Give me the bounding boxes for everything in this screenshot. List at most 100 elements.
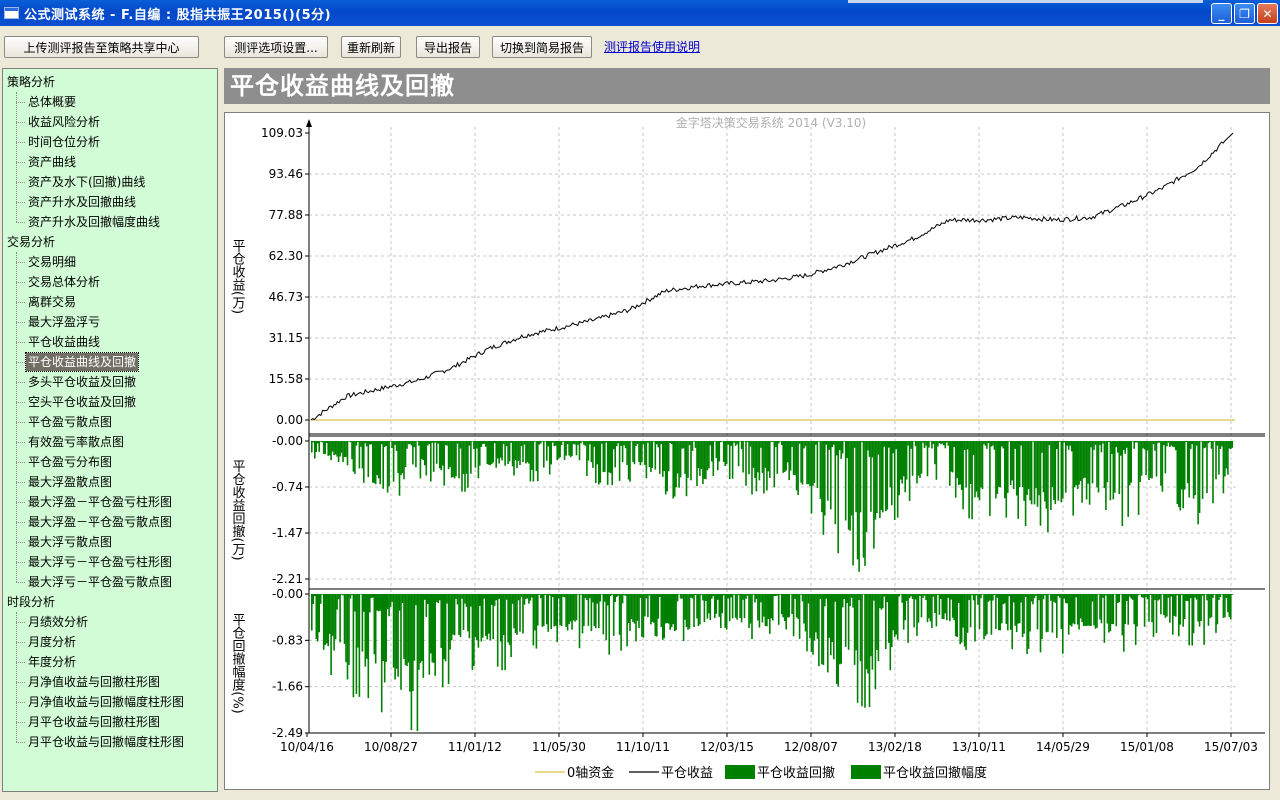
tree-item[interactable]: 平仓收益曲线及回撤 xyxy=(24,352,140,372)
drawdown-pct-bar xyxy=(1056,594,1058,638)
drawdown-bar xyxy=(1175,441,1177,451)
drawdown-bar xyxy=(941,441,944,444)
minimize-button[interactable]: _ xyxy=(1211,3,1232,24)
maximize-button[interactable]: ❐ xyxy=(1234,3,1255,24)
drawdown-pct-bar xyxy=(1172,594,1174,635)
upload-report-button[interactable]: 上传测评报告至策略共享中心 xyxy=(4,36,199,58)
tree-item[interactable]: 月净值收益与回撤幅度柱形图 xyxy=(26,693,186,711)
drawdown-pct-bar xyxy=(904,594,906,621)
tree-item[interactable]: 资产升水及回撤幅度曲线 xyxy=(26,213,162,231)
drawdown-pct-bar xyxy=(630,594,633,620)
tree-item[interactable]: 平仓盈亏散点图 xyxy=(26,413,114,431)
drawdown-bar xyxy=(653,441,655,442)
drawdown-bar xyxy=(648,441,651,467)
tree-item[interactable]: 平仓收益曲线 xyxy=(26,333,102,351)
drawdown-pct-bar xyxy=(835,594,838,684)
drawdown-bar xyxy=(644,441,646,465)
drawdown-bar xyxy=(492,441,494,463)
tree-item[interactable]: 最大浮盈散点图 xyxy=(26,473,114,491)
drawdown-bar xyxy=(1099,441,1101,446)
tree-item[interactable]: 月绩效分析 xyxy=(26,613,90,631)
drawdown-bar xyxy=(728,441,731,479)
drawdown-bar xyxy=(688,441,691,446)
tree-group-label[interactable]: 交易分析 xyxy=(7,233,55,250)
drawdown-bar xyxy=(612,441,615,450)
tree-connector xyxy=(16,582,25,583)
tree-item[interactable]: 收益风险分析 xyxy=(26,113,102,131)
drawdown-bar xyxy=(672,441,674,499)
drawdown-bar xyxy=(1198,441,1201,513)
drawdown-pct-bar xyxy=(779,594,781,595)
switch-simple-report-button[interactable]: 切换到简易报告 xyxy=(492,36,592,58)
tree-group-label[interactable]: 策略分析 xyxy=(7,73,55,90)
close-button[interactable]: ✕ xyxy=(1257,3,1278,24)
tree-item[interactable]: 最大浮盈－平仓盈亏柱形图 xyxy=(26,493,174,511)
tree-item[interactable]: 最大浮盈－平仓盈亏散点图 xyxy=(26,513,174,531)
tree-item[interactable]: 月度分析 xyxy=(26,633,78,651)
tree-item[interactable]: 交易总体分析 xyxy=(26,273,102,291)
drawdown-pct-bar xyxy=(656,594,658,637)
drawdown-pct-bar xyxy=(800,594,802,595)
tree-item[interactable]: 最大浮亏散点图 xyxy=(26,533,114,551)
drawdown-pct-bar xyxy=(700,594,703,595)
drawdown-bar xyxy=(1200,441,1202,442)
drawdown-pct-bar xyxy=(531,594,533,598)
drawdown-pct-bar xyxy=(370,594,373,598)
drawdown-pct-bar xyxy=(1069,594,1071,626)
drawdown-pct-bar xyxy=(392,594,395,668)
tree-item[interactable]: 月平仓收益与回撤柱形图 xyxy=(26,713,162,731)
y-tick-label: 77.88 xyxy=(269,208,303,222)
tree-item[interactable]: 多头平仓收益及回撤 xyxy=(26,373,138,391)
drawdown-bar xyxy=(483,441,486,444)
tree-item[interactable]: 年度分析 xyxy=(26,653,78,671)
tree-connector xyxy=(16,622,25,623)
tree-item[interactable]: 资产曲线 xyxy=(26,153,78,171)
drawdown-bar xyxy=(902,441,905,477)
tree-item[interactable]: 空头平仓收益及回撤 xyxy=(26,393,138,411)
tree-item[interactable]: 月净值收益与回撤柱形图 xyxy=(26,673,162,691)
drawdown-bar xyxy=(624,441,627,449)
refresh-button[interactable]: 重新刷新 xyxy=(341,36,401,58)
drawdown-bar xyxy=(406,441,408,449)
drawdown-bar xyxy=(441,441,444,466)
drawdown-bar xyxy=(773,441,776,488)
drawdown-pct-bar xyxy=(394,594,396,680)
drawdown-pct-bar xyxy=(1192,594,1195,634)
drawdown-bar xyxy=(721,441,723,442)
tree-item[interactable]: 最大浮亏－平仓盈亏散点图 xyxy=(26,573,174,591)
tree-item[interactable]: 资产及水下(回撤)曲线 xyxy=(26,173,147,191)
drawdown-bar xyxy=(1143,441,1146,450)
drawdown-bar xyxy=(499,441,502,458)
drawdown-pct-bar xyxy=(827,594,829,673)
drawdown-pct-bar xyxy=(566,594,569,631)
drawdown-bar xyxy=(547,441,549,447)
tree-item[interactable]: 总体概要 xyxy=(26,93,78,111)
options-button[interactable]: 测评选项设置... xyxy=(224,36,328,58)
tree-item[interactable]: 最大浮亏－平仓盈亏柱形图 xyxy=(26,553,174,571)
tree-item[interactable]: 有效盈亏率散点图 xyxy=(26,433,126,451)
sidebar-tree[interactable]: 策略分析总体概要收益风险分析 时间仓位分析 资产曲线资产及水下(回撤)曲线 资产升水及… xyxy=(2,68,218,792)
tree-item[interactable]: 资产升水及回撤曲线 xyxy=(26,193,138,211)
tree-item[interactable]: 最大浮盈浮亏 xyxy=(26,313,102,331)
drawdown-bar xyxy=(700,441,703,469)
tree-item[interactable]: 时间仓位分析 xyxy=(26,133,102,151)
drawdown-pct-bar xyxy=(724,594,726,628)
tree-item[interactable]: 平仓盈亏分布图 xyxy=(26,453,114,471)
help-link[interactable]: 测评报告使用说明 xyxy=(604,38,700,55)
drawdown-bar xyxy=(1035,441,1037,489)
tree-group-label[interactable]: 时段分析 xyxy=(7,593,55,610)
drawdown-pct-bar xyxy=(377,594,380,612)
y-axis-label: 平仓收益(万) xyxy=(230,239,246,314)
tree-item[interactable]: 月平仓收益与回撤幅度柱形图 xyxy=(26,733,186,751)
drawdown-pct-bar xyxy=(681,594,683,599)
drawdown-bar xyxy=(761,441,764,473)
drawdown-pct-bar xyxy=(331,594,334,636)
drawdown-bar xyxy=(571,441,573,457)
tree-item[interactable]: 离群交易 xyxy=(26,293,78,311)
drawdown-bar xyxy=(899,441,902,480)
drawdown-bar xyxy=(1112,441,1115,500)
tree-item[interactable]: 交易明细 xyxy=(26,253,78,271)
legend-label: 平仓收益 xyxy=(661,766,713,781)
drawdown-pct-bar xyxy=(705,594,707,601)
export-report-button[interactable]: 导出报告 xyxy=(416,36,480,58)
